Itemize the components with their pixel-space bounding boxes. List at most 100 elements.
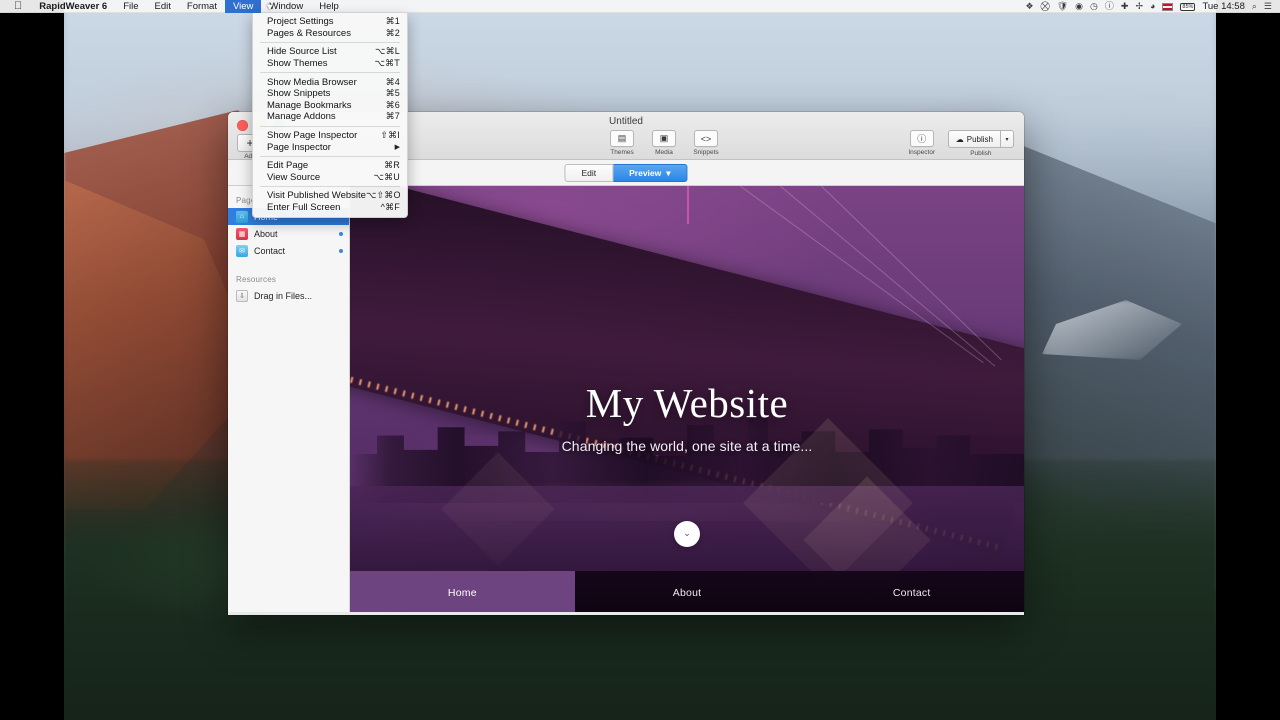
menu-separator (260, 155, 400, 157)
menu-item-shortcut: ⌥⌘L (375, 46, 400, 57)
shield-icon[interactable]: 🛡 (1057, 0, 1068, 13)
menu-item-label: Hide Source List (267, 46, 337, 58)
hero-section: My Website Changing the world, one site … (350, 186, 1024, 615)
snippets-button[interactable]: <> Snippets (690, 130, 722, 156)
publish-dropdown-arrow-icon[interactable]: ▾ (1001, 130, 1014, 148)
menu-item-page-inspector[interactable]: Page Inspector ▶ (253, 141, 407, 153)
info-icon[interactable]: ⓘ (1105, 0, 1114, 13)
menu-item-visit-published-website[interactable]: Visit Published Website ⌥⇧⌘O (253, 190, 407, 202)
menu-item-label: Show Themes (267, 58, 328, 70)
menu-edit[interactable]: Edit (147, 0, 179, 13)
menu-item-label: Project Settings (267, 16, 334, 28)
sidebar-item-drag-in-files[interactable]: ⇩ Drag in Files... (228, 287, 349, 304)
search-icon[interactable]: ⌕ (1252, 0, 1257, 13)
menu-separator (260, 186, 400, 188)
tab-edit[interactable]: Edit (564, 164, 614, 182)
hero-text-block: My Website Changing the world, one site … (350, 380, 1024, 455)
menu-item-show-themes[interactable]: Show Themes ⌥⌘T (253, 58, 407, 70)
menu-item-manage-addons[interactable]: Manage Addons ⌘7 (253, 111, 407, 123)
menu-item-label: Page Inspector (267, 141, 331, 153)
snippets-label: Snippets (693, 149, 719, 156)
sidebar-resources-header: Resources (236, 275, 277, 284)
no-entry-icon[interactable]: ⛒ (1041, 0, 1050, 13)
menu-item-shortcut: ⌥⌘U (373, 171, 400, 182)
menu-item-shortcut: ⌘7 (385, 111, 400, 122)
menu-item-hide-source-list[interactable]: Hide Source List ⌥⌘L (253, 46, 407, 58)
themes-icon: ▤ (610, 130, 634, 147)
menu-help[interactable]: Help (311, 0, 347, 13)
menu-separator (260, 72, 400, 74)
nav-link-about[interactable]: About (575, 571, 800, 615)
sidebar-item-about[interactable]: ▦ About (228, 225, 349, 242)
menu-item-enter-full-screen[interactable]: Enter Full Screen ^⌘F (253, 202, 407, 214)
eye-icon[interactable]: ◉ (1075, 0, 1083, 13)
window-body: Pages ⌂ Home ▦ About ✉ Contact Resources (228, 186, 1024, 615)
menu-item-label: Manage Addons (267, 111, 336, 123)
menu-item-label: Enter Full Screen (267, 202, 341, 214)
menu-file[interactable]: File (115, 0, 146, 13)
nav-link-contact[interactable]: Contact (799, 571, 1024, 615)
themes-button[interactable]: ▤ Themes (606, 130, 638, 156)
menu-separator (260, 42, 400, 44)
menu-item-label: Show Page Inspector (267, 130, 358, 142)
menu-item-pages-and-resources[interactable]: Pages & Resources ⌘2 (253, 28, 407, 40)
menu-item-show-media-browser[interactable]: Show Media Browser ⌘4 (253, 76, 407, 88)
contact-page-icon: ✉ (236, 244, 248, 257)
scroll-down-button[interactable]: ⌄ (674, 520, 700, 547)
notification-center-icon[interactable]: ☰ (1264, 0, 1272, 13)
menu-item-show-page-inspector[interactable]: Show Page Inspector ⇧⌘I (253, 130, 407, 142)
apple-logo-icon[interactable]:  (0, 0, 31, 12)
inspector-label: Inspector (908, 149, 936, 156)
menu-item-label: Pages & Resources (267, 27, 351, 39)
menu-item-show-snippets[interactable]: Show Snippets ⌘5 (253, 88, 407, 100)
publish-button[interactable]: ☁ Publish (947, 130, 1001, 148)
menu-rapidweaver[interactable]: RapidWeaver 6 (31, 0, 115, 13)
site-navigation-bar: Home About Contact (350, 571, 1024, 615)
inspector-icon: ⓘ (909, 130, 934, 147)
clock-icon[interactable]: ◷ (1090, 0, 1098, 13)
wifi-icon[interactable]: ◕ (1150, 0, 1155, 13)
unpublished-dot-icon (339, 248, 343, 253)
submenu-arrow-icon: ▶ (394, 144, 400, 152)
about-page-icon: ▦ (236, 227, 248, 240)
hero-subtitle: Changing the world, one site at a time..… (561, 438, 813, 455)
menu-item-shortcut: ⌘4 (385, 76, 400, 87)
publish-icon: ☁ (955, 134, 964, 144)
move-icon[interactable]: ✢ (1135, 0, 1143, 13)
screen-root:  RapidWeaver 6 File Edit Format View Wi… (0, 0, 1280, 720)
view-dropdown-menu: Project Settings ⌘1 Pages & Resources ⌘2… (252, 13, 408, 219)
uk-flag-icon[interactable] (1162, 3, 1174, 11)
menu-item-shortcut: ⌘R (384, 160, 400, 171)
menu-item-shortcut: ^⌘F (380, 202, 400, 213)
menu-item-label: Show Snippets (267, 88, 331, 100)
hero-title: My Website (585, 380, 789, 427)
bridge-cable (687, 186, 689, 224)
dropbox-icon[interactable]: ❖ (1025, 0, 1033, 13)
preview-canvas[interactable]: My Website Changing the world, one site … (350, 186, 1024, 615)
media-button[interactable]: ▣ Media (648, 130, 680, 156)
inspector-button[interactable]: ⓘ Inspector (906, 130, 938, 156)
tab-preview[interactable]: Preview ▾ (613, 164, 688, 182)
sidebar-item-label: Contact (254, 245, 286, 256)
sidebar-item-label: Drag in Files... (254, 290, 313, 301)
menu-item-shortcut: ⌥⇧⌘O (365, 190, 401, 201)
nav-link-home[interactable]: Home (350, 571, 575, 615)
toolbar-center-group: ▤ Themes ▣ Media <> Snippets (606, 130, 722, 156)
menu-view[interactable]: View (224, 0, 262, 13)
sidebar-item-contact[interactable]: ✉ Contact (228, 242, 349, 259)
menu-item-project-settings[interactable]: Project Settings ⌘1 (253, 16, 407, 28)
menu-item-shortcut: ⌘5 (385, 88, 400, 99)
chevron-down-icon: ⌄ (683, 528, 691, 539)
plus-cross-icon[interactable]: ✚ (1121, 0, 1129, 13)
menu-item-label: Manage Bookmarks (267, 99, 352, 111)
menu-format[interactable]: Format (179, 0, 225, 13)
menu-bar:  RapidWeaver 6 File Edit Format View Wi… (0, 0, 1280, 13)
menu-item-manage-bookmarks[interactable]: Manage Bookmarks ⌘6 (253, 100, 407, 112)
menu-item-shortcut: ⌘6 (385, 99, 400, 110)
menu-item-edit-page[interactable]: Edit Page ⌘R (253, 160, 407, 172)
menu-bar-clock[interactable]: Tue 14:58 (1202, 1, 1244, 12)
battery-icon[interactable]: 85% (1180, 3, 1196, 11)
menu-item-label: View Source (267, 171, 321, 183)
menu-item-view-source[interactable]: View Source ⌥⌘U (253, 172, 407, 184)
toolbar-right-group: ⓘ Inspector ☁ Publish ▾ Publish (906, 130, 1014, 157)
